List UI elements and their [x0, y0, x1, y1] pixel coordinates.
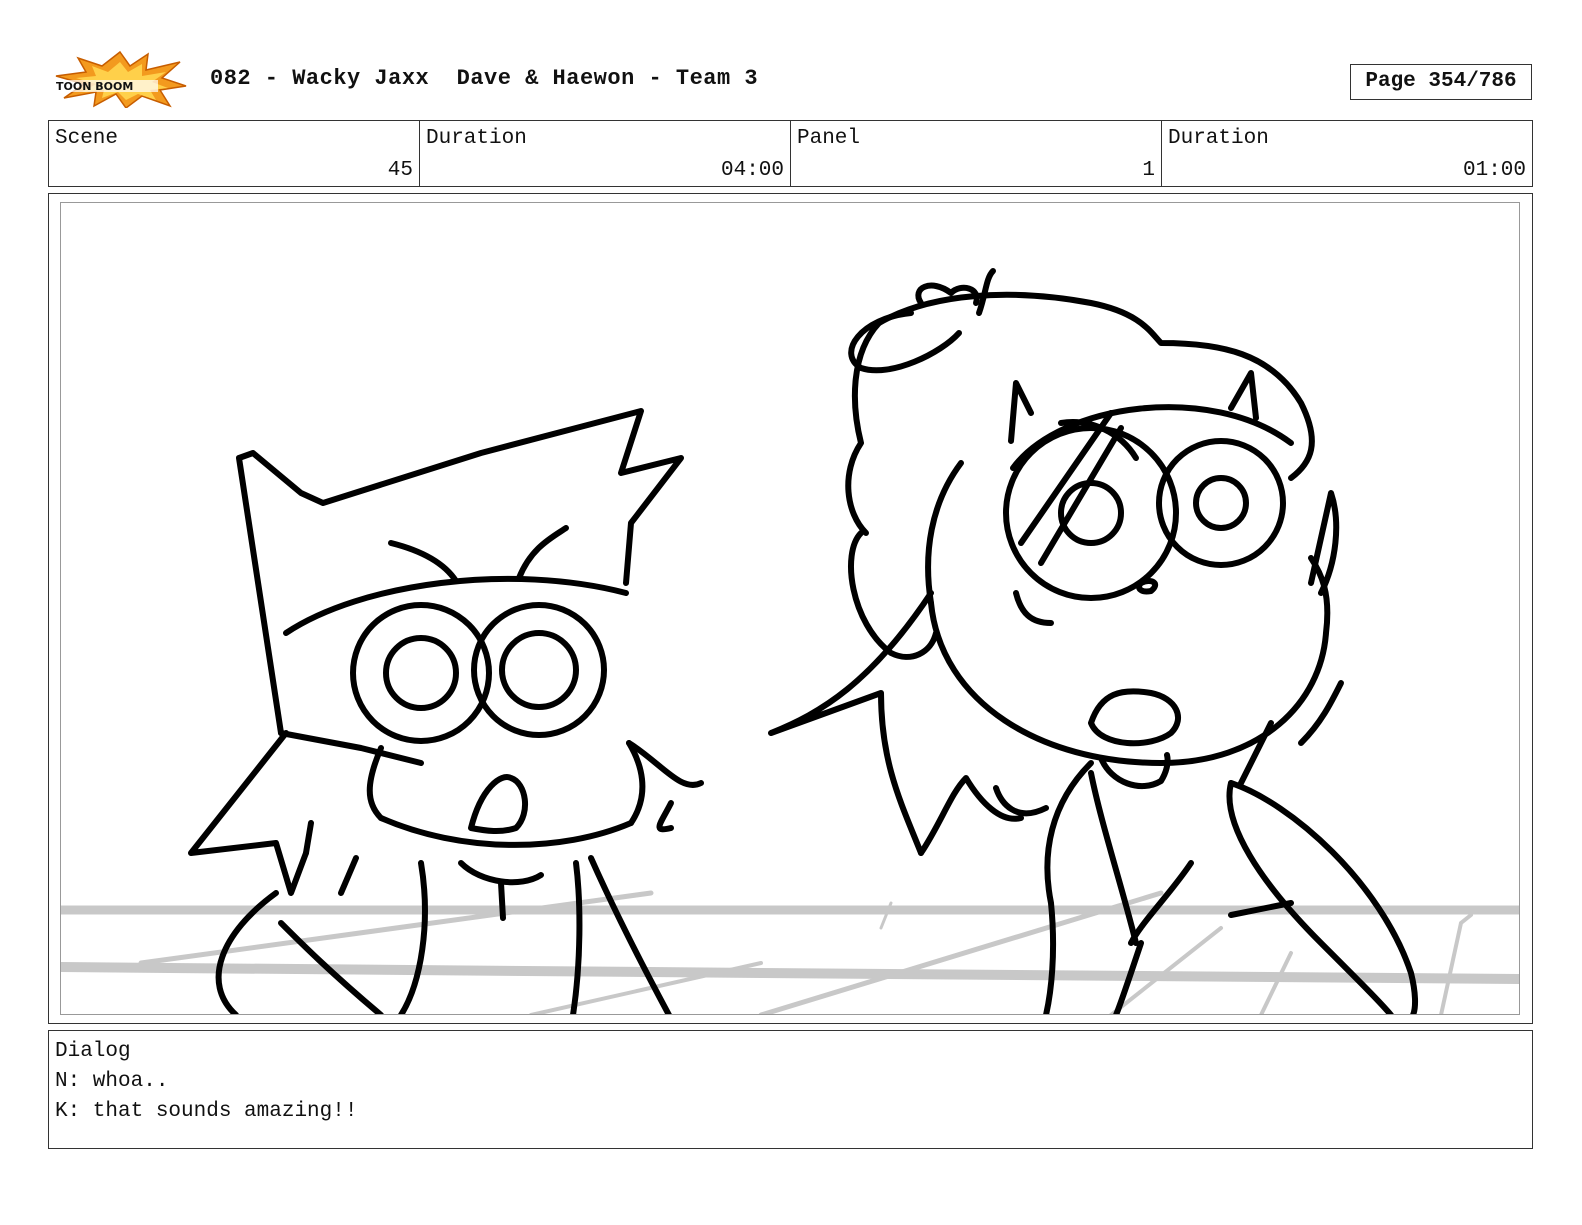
- storyboard-panel-frame: [48, 193, 1533, 1024]
- panel-label: Panel: [797, 127, 861, 150]
- scene-value: 45: [387, 159, 413, 182]
- scene-duration-cell: Duration 04:00: [420, 121, 791, 186]
- dialog-box: Dialog N: whoa.. K: that sounds amazing!…: [48, 1030, 1533, 1149]
- toon-boom-logo: TOON BOOM: [50, 50, 190, 110]
- dialog-line: K: that sounds amazing!!: [55, 1100, 358, 1123]
- table-guide-lines: [61, 890, 1519, 1014]
- scene-duration-label: Duration: [426, 127, 527, 150]
- dialog-label: Dialog: [55, 1040, 131, 1063]
- scene-label: Scene: [55, 127, 119, 150]
- logo-text: TOON BOOM: [56, 80, 133, 93]
- storyboard-title: 082 - Wacky Jaxx Dave & Haewon - Team 3: [210, 66, 759, 91]
- scene-duration-value: 04:00: [720, 159, 784, 182]
- panel-duration-label: Duration: [1168, 127, 1269, 150]
- panel-cell: Panel 1: [791, 121, 1162, 186]
- page-number: Page 354/786: [1350, 64, 1532, 100]
- panel-info-row: Scene 45 Duration 04:00 Panel 1 Duration…: [48, 120, 1533, 187]
- scene-cell: Scene 45: [49, 121, 420, 186]
- panel-duration-cell: Duration 01:00: [1162, 121, 1532, 186]
- enid-character-sketch: [768, 268, 1419, 1014]
- panel-duration-value: 01:00: [1462, 159, 1526, 182]
- storyboard-panel-image: [60, 202, 1520, 1015]
- dialog-line: N: whoa..: [55, 1070, 169, 1093]
- panel-value: 1: [1142, 159, 1155, 182]
- ko-character-sketch: [188, 408, 704, 1014]
